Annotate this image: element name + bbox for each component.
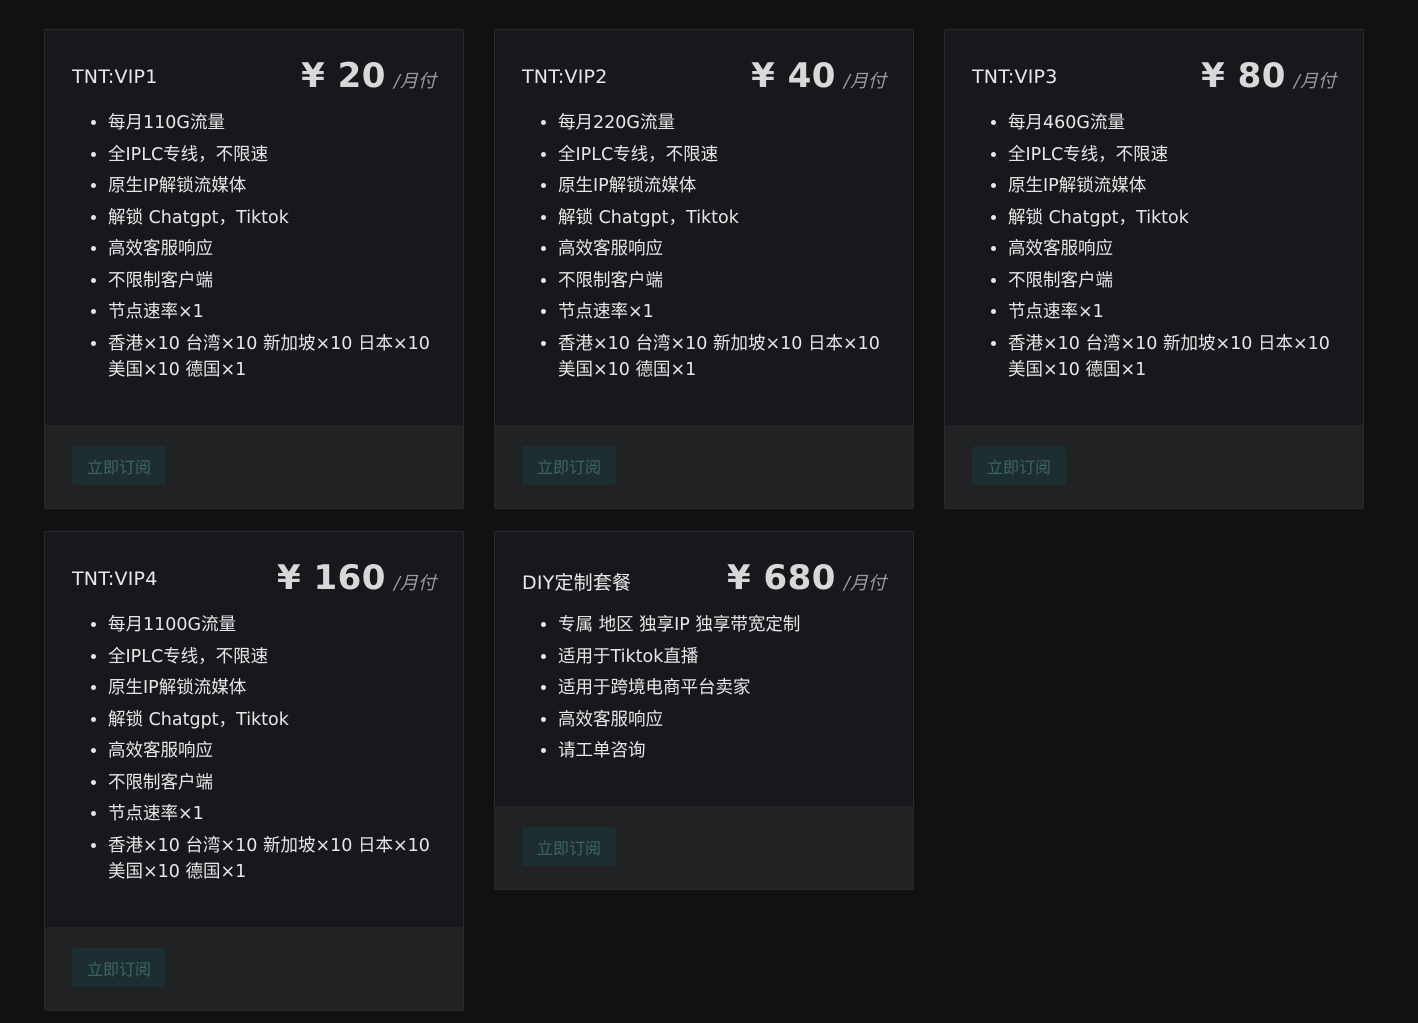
plan-name: TNT:VIP2 bbox=[522, 66, 608, 88]
subscribe-button[interactable]: 立即订阅 bbox=[72, 446, 166, 485]
feature-list: 每月110G流量 全IPLC专线，不限速 原生IP解锁流媒体 解锁 Chatgp… bbox=[72, 110, 436, 384]
feature-list: 每月220G流量 全IPLC专线，不限速 原生IP解锁流媒体 解锁 Chatgp… bbox=[522, 110, 886, 384]
feature-item: 节点速率×1 bbox=[558, 299, 886, 326]
subscribe-button[interactable]: 立即订阅 bbox=[522, 827, 616, 866]
feature-item: 香港×10 台湾×10 新加坡×10 日本×10 美国×10 德国×1 bbox=[558, 331, 886, 384]
plan-price: ¥ 80/月付 bbox=[1201, 56, 1336, 96]
plan-name: TNT:VIP3 bbox=[972, 66, 1058, 88]
feature-item: 原生IP解锁流媒体 bbox=[108, 675, 436, 702]
feature-list: 每月460G流量 全IPLC专线，不限速 原生IP解锁流媒体 解锁 Chatgp… bbox=[972, 110, 1336, 384]
feature-item: 全IPLC专线，不限速 bbox=[1008, 142, 1336, 169]
feature-item: 每月460G流量 bbox=[1008, 110, 1336, 137]
feature-item: 专属 地区 独享IP 独享带宽定制 bbox=[558, 612, 886, 639]
card-footer: 立即订阅 bbox=[495, 806, 913, 889]
feature-item: 解锁 Chatgpt，Tiktok bbox=[108, 205, 436, 232]
subscribe-button[interactable]: 立即订阅 bbox=[522, 446, 616, 485]
card-footer: 立即订阅 bbox=[45, 425, 463, 508]
feature-list: 专属 地区 独享IP 独享带宽定制 适用于Tiktok直播 适用于跨境电商平台卖… bbox=[522, 612, 886, 765]
price-unit: /月付 bbox=[843, 573, 886, 594]
price-unit: /月付 bbox=[843, 71, 886, 92]
feature-item: 高效客服响应 bbox=[108, 236, 436, 263]
feature-item: 不限制客户端 bbox=[108, 770, 436, 797]
card-footer: 立即订阅 bbox=[945, 425, 1363, 508]
feature-item: 香港×10 台湾×10 新加坡×10 日本×10 美国×10 德国×1 bbox=[1008, 331, 1336, 384]
feature-item: 高效客服响应 bbox=[1008, 236, 1336, 263]
price-amount: ¥ 80 bbox=[1201, 56, 1286, 96]
feature-item: 每月110G流量 bbox=[108, 110, 436, 137]
subscribe-button[interactable]: 立即订阅 bbox=[972, 446, 1066, 485]
subscribe-button[interactable]: 立即订阅 bbox=[72, 948, 166, 987]
feature-item: 香港×10 台湾×10 新加坡×10 日本×10 美国×10 德国×1 bbox=[108, 331, 436, 384]
price-amount: ¥ 40 bbox=[751, 56, 836, 96]
feature-item: 不限制客户端 bbox=[108, 268, 436, 295]
plan-card-vip1: TNT:VIP1 ¥ 20/月付 每月110G流量 全IPLC专线，不限速 原生… bbox=[44, 29, 464, 509]
plan-card-diy: DIY定制套餐 ¥ 680/月付 专属 地区 独享IP 独享带宽定制 适用于Ti… bbox=[494, 531, 914, 890]
price-amount: ¥ 680 bbox=[726, 558, 836, 598]
feature-item: 原生IP解锁流媒体 bbox=[108, 173, 436, 200]
feature-item: 原生IP解锁流媒体 bbox=[558, 173, 886, 200]
plan-price: ¥ 160/月付 bbox=[277, 558, 436, 598]
feature-item: 不限制客户端 bbox=[558, 268, 886, 295]
feature-item: 请工单咨询 bbox=[558, 738, 886, 765]
price-unit: /月付 bbox=[393, 573, 436, 594]
plans-grid: TNT:VIP1 ¥ 20/月付 每月110G流量 全IPLC专线，不限速 原生… bbox=[0, 0, 1418, 1023]
plan-card-vip4: TNT:VIP4 ¥ 160/月付 每月1100G流量 全IPLC专线，不限速 … bbox=[44, 531, 464, 1011]
plan-price: ¥ 20/月付 bbox=[301, 56, 436, 96]
feature-item: 节点速率×1 bbox=[108, 801, 436, 828]
feature-item: 每月1100G流量 bbox=[108, 612, 436, 639]
feature-item: 高效客服响应 bbox=[558, 707, 886, 734]
feature-item: 节点速率×1 bbox=[108, 299, 436, 326]
feature-item: 节点速率×1 bbox=[1008, 299, 1336, 326]
feature-item: 解锁 Chatgpt，Tiktok bbox=[558, 205, 886, 232]
feature-item: 适用于跨境电商平台卖家 bbox=[558, 675, 886, 702]
plan-card-vip2: TNT:VIP2 ¥ 40/月付 每月220G流量 全IPLC专线，不限速 原生… bbox=[494, 29, 914, 509]
feature-item: 适用于Tiktok直播 bbox=[558, 644, 886, 671]
price-unit: /月付 bbox=[393, 71, 436, 92]
feature-item: 解锁 Chatgpt，Tiktok bbox=[108, 707, 436, 734]
plan-name: DIY定制套餐 bbox=[522, 572, 632, 594]
plan-name: TNT:VIP4 bbox=[72, 568, 158, 590]
price-amount: ¥ 20 bbox=[301, 56, 386, 96]
price-amount: ¥ 160 bbox=[276, 558, 386, 598]
feature-item: 香港×10 台湾×10 新加坡×10 日本×10 美国×10 德国×1 bbox=[108, 833, 436, 886]
feature-item: 解锁 Chatgpt，Tiktok bbox=[1008, 205, 1336, 232]
feature-item: 不限制客户端 bbox=[1008, 268, 1336, 295]
feature-item: 原生IP解锁流媒体 bbox=[1008, 173, 1336, 200]
card-footer: 立即订阅 bbox=[45, 927, 463, 1010]
feature-item: 全IPLC专线，不限速 bbox=[558, 142, 886, 169]
feature-list: 每月1100G流量 全IPLC专线，不限速 原生IP解锁流媒体 解锁 Chatg… bbox=[72, 612, 436, 886]
plan-card-vip3: TNT:VIP3 ¥ 80/月付 每月460G流量 全IPLC专线，不限速 原生… bbox=[944, 29, 1364, 509]
feature-item: 全IPLC专线，不限速 bbox=[108, 644, 436, 671]
feature-item: 全IPLC专线，不限速 bbox=[108, 142, 436, 169]
feature-item: 高效客服响应 bbox=[558, 236, 886, 263]
plan-price: ¥ 40/月付 bbox=[751, 56, 886, 96]
price-unit: /月付 bbox=[1293, 71, 1336, 92]
plan-price: ¥ 680/月付 bbox=[727, 558, 886, 598]
feature-item: 高效客服响应 bbox=[108, 738, 436, 765]
feature-item: 每月220G流量 bbox=[558, 110, 886, 137]
card-footer: 立即订阅 bbox=[495, 425, 913, 508]
plan-name: TNT:VIP1 bbox=[72, 66, 158, 88]
